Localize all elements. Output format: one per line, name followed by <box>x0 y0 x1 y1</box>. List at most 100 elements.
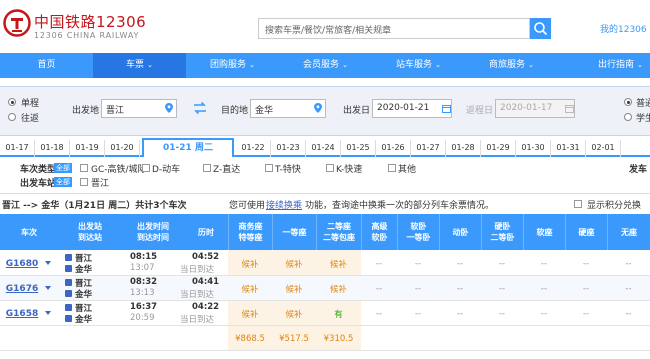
col-header-text: 商务座 <box>238 222 263 231</box>
col-header-text: 软座 <box>536 227 553 237</box>
nav-item-member[interactable]: 会员服务 ⌄ <box>279 53 372 78</box>
type-k-checkbox[interactable] <box>326 164 334 172</box>
train-number-text[interactable]: G1680 <box>6 259 38 269</box>
date-tab[interactable]: 01-19 <box>70 140 105 157</box>
nav-item-home[interactable]: 首页 <box>0 53 93 78</box>
trip-return-radio[interactable] <box>8 113 16 121</box>
all-stations-button[interactable]: 全部 <box>54 177 72 187</box>
col-duration[interactable]: 历时 <box>184 214 228 250</box>
date-tab[interactable]: 01-30 <box>516 140 551 157</box>
china-railway-logo-icon[interactable] <box>3 9 31 37</box>
arrive-station-icon <box>65 265 72 272</box>
location-pin-icon <box>314 103 322 113</box>
date-tab[interactable]: 01-29 <box>481 140 516 157</box>
calendar-icon[interactable] <box>442 104 451 113</box>
seat-second[interactable]: 候补 <box>316 276 361 301</box>
passenger-normal-radio[interactable] <box>624 98 632 106</box>
seat-business[interactable]: 候补 <box>228 276 272 301</box>
depart-time-label: 发车 <box>629 165 648 175</box>
nav-label: 会员服务 <box>303 60 340 70</box>
train-number-text[interactable]: G1676 <box>6 284 38 294</box>
col-train: 车次 <box>0 214 58 250</box>
seat-hard-sleeper: -- <box>498 283 506 294</box>
seat-first[interactable]: 候补 <box>272 251 316 276</box>
search-input[interactable]: 搜索车票/餐饮/常旅客/相关规章 <box>258 18 530 39</box>
type-t-checkbox[interactable] <box>265 164 273 172</box>
date-tab[interactable]: 02-01 <box>586 140 621 157</box>
depart-date-input[interactable]: 2020-01-21 <box>372 99 452 118</box>
nav-item-group[interactable]: 团购服务 ⌄ <box>186 53 279 78</box>
dropdown-icon[interactable] <box>44 259 52 267</box>
seat-second[interactable]: 有 <box>316 301 361 326</box>
depart-time: 16:37 <box>130 302 158 312</box>
train-number-text[interactable]: G1658 <box>6 309 38 319</box>
date-tab[interactable]: 01-17 <box>0 140 35 157</box>
transfer-link[interactable]: 接续换乘 <box>266 198 302 211</box>
station-checkbox[interactable] <box>80 178 88 186</box>
train-filter: 车次类型: 全部 GC-高铁/城际 D-动车 Z-直达 T-特快 K-快速 其他… <box>0 158 650 190</box>
my-12306-link[interactable]: 我的12306 <box>600 22 647 35</box>
type-gc-checkbox[interactable] <box>80 164 88 172</box>
date-tab[interactable]: 01-22 <box>236 140 271 157</box>
depart-date-label: 出发日 <box>343 106 371 116</box>
arrive-note: 当日到达 <box>180 315 215 325</box>
train-number[interactable]: G1658 <box>0 301 44 326</box>
nav-item-tickets[interactable]: 车票 ⌄ <box>93 53 186 78</box>
train-number[interactable]: G1676 <box>0 276 44 301</box>
type-d-label: D-动车 <box>152 165 181 175</box>
brand-title: 中国铁路12306 <box>34 13 147 31</box>
dropdown-icon[interactable] <box>44 284 52 292</box>
col-header-text: 到达时间 <box>137 233 169 242</box>
date-tab[interactable]: 01-27 <box>411 140 446 157</box>
points-checkbox[interactable] <box>574 200 582 208</box>
col-no-seat: 无座 <box>607 214 650 250</box>
seat-business[interactable]: 候补 <box>228 251 272 276</box>
train-number[interactable]: G1680 <box>0 251 44 276</box>
calendar-icon <box>565 105 574 113</box>
date-tab[interactable]: 01-20 <box>105 140 140 157</box>
arrive-time: 13:07 <box>130 263 155 273</box>
date-tab[interactable]: 01-24 <box>306 140 341 157</box>
search-button[interactable] <box>530 18 551 39</box>
date-tab[interactable]: 01-26 <box>376 140 411 157</box>
arrive-time: 13:13 <box>130 288 155 298</box>
passenger-normal-label: 普通 <box>636 99 650 109</box>
date-tab[interactable]: 01-28 <box>446 140 481 157</box>
nav-item-station[interactable]: 站车服务 ⌄ <box>372 53 465 78</box>
nav-item-business[interactable]: 商旅服务 ⌄ <box>465 53 558 78</box>
type-d-checkbox[interactable] <box>142 164 150 172</box>
date-tab[interactable]: 01-23 <box>271 140 306 157</box>
swap-stations-icon[interactable] <box>193 102 207 114</box>
col-times[interactable]: 出发时间 到达时间 <box>122 214 184 250</box>
trip-single-radio[interactable] <box>8 98 16 106</box>
trip-return-label: 往返 <box>21 114 40 124</box>
seat-business[interactable]: 候补 <box>228 301 272 326</box>
chevron-down-icon: ⌄ <box>249 61 255 69</box>
nav-item-guide[interactable]: 出行指南 ⌄ <box>558 53 650 78</box>
date-tab[interactable]: 01-25 <box>341 140 376 157</box>
col-soft-premium: 高级 软卧 <box>361 214 397 250</box>
passenger-student-radio[interactable] <box>624 113 632 121</box>
seat-first[interactable]: 候补 <box>272 276 316 301</box>
arrive-station: 金华 <box>75 290 93 300</box>
dropdown-icon[interactable] <box>44 309 52 317</box>
col-soft-sleeper: 软卧 一等卧 <box>397 214 439 250</box>
seat-first[interactable]: 候补 <box>272 301 316 326</box>
seat-second[interactable]: 候补 <box>316 251 361 276</box>
seat-soft-seat: -- <box>540 258 548 269</box>
chevron-down-icon: ⌄ <box>147 61 153 69</box>
date-tab-active[interactable]: 01-21 周二 <box>142 138 234 157</box>
all-types-button[interactable]: 全部 <box>54 163 72 173</box>
type-z-checkbox[interactable] <box>203 164 211 172</box>
date-tab[interactable]: 01-31 <box>551 140 586 157</box>
seat-no-seat: -- <box>625 308 632 319</box>
col-header-text: 硬座 <box>578 227 595 237</box>
arrive-station-icon <box>65 315 72 322</box>
return-date-input[interactable]: 2020-01-17 <box>495 99 575 118</box>
depart-time: 08:15 <box>130 252 158 262</box>
type-k-label: K-快速 <box>336 165 363 175</box>
seat-hard-sleeper: -- <box>498 258 506 269</box>
chevron-down-icon: ⌄ <box>342 61 348 69</box>
type-other-checkbox[interactable] <box>388 164 396 172</box>
date-tab[interactable]: 01-18 <box>35 140 70 157</box>
